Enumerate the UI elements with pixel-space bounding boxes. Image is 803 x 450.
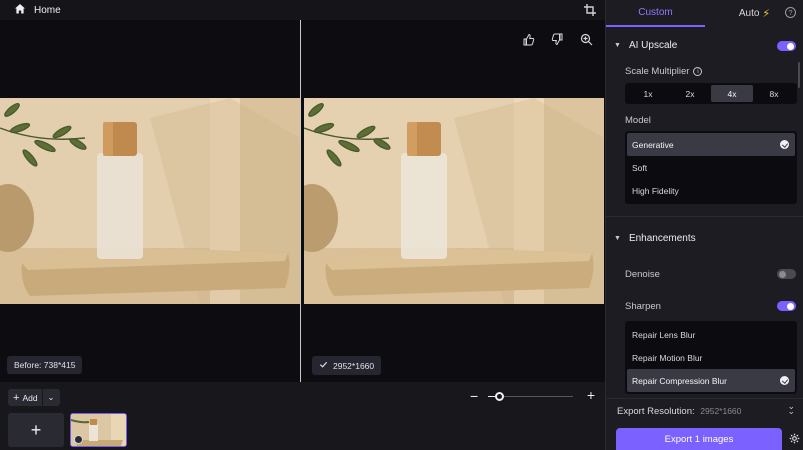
check-circle-icon — [780, 376, 789, 385]
sharpen-option-label: Repair Compression Blur — [632, 375, 727, 386]
after-image — [304, 98, 604, 304]
export-resolution-label: Export Resolution: — [617, 406, 695, 417]
export-button-label: Export 1 images — [664, 433, 734, 445]
enhancements-header[interactable]: ▼ Enhancements — [614, 233, 696, 244]
scale-multiplier-selector: 1x 2x 4x 8x — [625, 83, 797, 104]
model-list: Generative Soft High Fidelity — [625, 131, 797, 204]
export-footer: Export Resolution: 2952*1660 ⌄ ⌄ Export 1… — [606, 398, 803, 450]
sharpen-option-label: Repair Motion Blur — [632, 352, 703, 363]
model-label: Model — [625, 115, 651, 126]
sharpen-label: Sharpen — [625, 301, 661, 312]
export-resolution: Export Resolution: 2952*1660 — [617, 406, 741, 417]
ai-upscale-title: AI Upscale — [628, 40, 678, 51]
info-icon[interactable]: i — [693, 67, 703, 76]
scale-multiplier-text: Scale Multiplier — [625, 66, 690, 77]
enhancements-title: Enhancements — [628, 233, 696, 244]
thumbs-up-icon[interactable] — [522, 33, 535, 46]
home-label: Home — [34, 4, 61, 16]
thumbs-down-icon[interactable] — [551, 33, 564, 46]
zoom-out-button[interactable]: − — [470, 388, 478, 404]
lightning-icon: ⚡︎ — [762, 8, 771, 20]
tab-auto-label: Auto — [738, 8, 760, 19]
thumbnail-strip: + Add ⌄ + − + — [0, 382, 605, 450]
compare-divider[interactable] — [300, 20, 301, 382]
zoom-in-icon[interactable] — [580, 33, 593, 46]
chevron-down-icon[interactable]: ⌄ — [43, 393, 55, 402]
sharpen-option-lens-blur[interactable]: Repair Lens Blur — [627, 323, 795, 346]
model-option-soft[interactable]: Soft — [627, 156, 795, 179]
double-chevron-down-icon[interactable]: ⌄ ⌄ — [787, 402, 795, 416]
collapse-triangle-icon: ▼ — [614, 235, 621, 242]
sharpen-option-compression-blur[interactable]: Repair Compression Blur — [627, 369, 795, 392]
view-toolbar — [522, 33, 593, 46]
gear-icon[interactable] — [789, 433, 800, 444]
sharpen-option-motion-blur[interactable]: Repair Motion Blur — [627, 346, 795, 369]
zoom-control: − + — [470, 387, 595, 404]
help-icon[interactable]: ? — [785, 7, 796, 18]
ai-upscale-toggle[interactable] — [777, 41, 796, 51]
after-resolution-text: 2952*1660 — [333, 360, 375, 371]
denoise-text: Denoise — [625, 269, 660, 280]
model-option-label: Generative — [632, 139, 674, 150]
before-resolution-badge: Before: 738*415 — [7, 356, 83, 374]
scrollbar[interactable] — [798, 62, 800, 88]
crop-icon[interactable] — [583, 3, 597, 17]
sharpen-toggle[interactable] — [777, 301, 796, 311]
add-button[interactable]: + Add ⌄ — [8, 389, 60, 406]
denoise-toggle[interactable] — [777, 269, 796, 279]
model-option-high-fidelity[interactable]: High Fidelity — [627, 179, 795, 202]
plus-icon: + — [30, 419, 42, 440]
sharpen-option-label: Repair Lens Blur — [632, 329, 696, 340]
model-option-label: Soft — [632, 162, 648, 173]
image-thumbnail[interactable] — [70, 413, 127, 447]
tab-custom[interactable]: Custom — [606, 0, 705, 27]
sharpen-options-list: Repair Lens Blur Repair Motion Blur Repa… — [625, 321, 797, 394]
after-resolution-badge: 2952*1660 — [312, 356, 382, 375]
before-resolution-text: Before: 738*415 — [14, 360, 76, 370]
zoom-slider-handle[interactable] — [495, 392, 504, 401]
settings-panel: Custom Auto ⚡︎ ? ▼ AI Upscale Scale Mult… — [605, 0, 803, 450]
mode-tabs: Custom Auto ⚡︎ — [606, 0, 803, 27]
plus-icon: + — [13, 391, 20, 404]
zoom-in-button[interactable]: + — [587, 387, 595, 403]
scale-option-1x[interactable]: 1x — [627, 85, 669, 102]
scale-option-4x[interactable]: 4x — [711, 85, 753, 102]
export-button[interactable]: Export 1 images — [616, 428, 782, 450]
clock-icon — [74, 435, 83, 444]
model-option-label: High Fidelity — [632, 185, 679, 196]
check-icon — [319, 360, 328, 371]
section-divider — [606, 216, 803, 217]
model-option-generative[interactable]: Generative — [627, 133, 795, 156]
add-image-tile[interactable]: + — [8, 413, 64, 447]
ai-upscale-header[interactable]: ▼ AI Upscale — [614, 40, 677, 51]
scale-option-8x[interactable]: 8x — [753, 85, 795, 102]
scale-option-2x[interactable]: 2x — [669, 85, 711, 102]
home-link[interactable]: Home — [0, 3, 61, 18]
top-bar: Home — [0, 0, 605, 20]
sharpen-text: Sharpen — [625, 301, 661, 312]
add-label: Add — [22, 392, 38, 403]
check-circle-icon — [780, 140, 789, 149]
home-icon — [14, 3, 26, 18]
collapse-triangle-icon: ▼ — [614, 42, 621, 49]
scale-multiplier-label: Scale Multiplier i — [625, 66, 703, 77]
denoise-label: Denoise — [625, 269, 660, 280]
compare-canvas[interactable]: Before: 738*415 2952*1660 — [0, 20, 605, 382]
before-image — [0, 98, 300, 304]
model-label-text: Model — [625, 115, 651, 126]
export-resolution-value: 2952*1660 — [700, 406, 742, 416]
tab-custom-label: Custom — [638, 7, 673, 18]
